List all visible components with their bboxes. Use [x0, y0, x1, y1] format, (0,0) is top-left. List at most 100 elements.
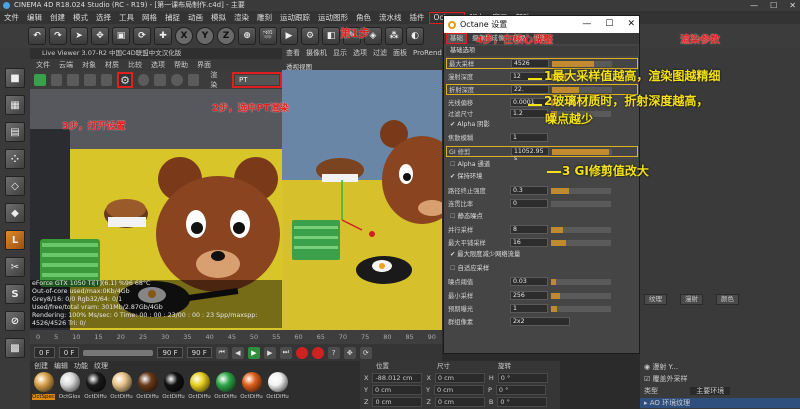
param-slider[interactable]	[552, 60, 612, 67]
prev-key-icon[interactable]: ◀	[231, 346, 244, 359]
alpha-shadows-checkbox[interactable]: Alpha 阴影	[450, 120, 490, 130]
menu-edit[interactable]: 编辑	[23, 11, 46, 24]
max-tile-samples-slider[interactable]	[551, 239, 611, 246]
minimize-net-traffic-checkbox[interactable]: 最大限度减少网络流量	[450, 250, 520, 260]
render-settings-icon[interactable]: ⚙	[301, 27, 319, 45]
material-swatch[interactable]: OctDiffu	[266, 372, 289, 408]
lv-menu-gui[interactable]: 界面	[197, 59, 211, 71]
param-value[interactable]: 11052.95 s	[511, 147, 549, 162]
lv-menu-compare[interactable]: 比较	[128, 59, 142, 71]
size-x-field[interactable]: 0 cm	[434, 373, 485, 383]
menu-sculpt[interactable]: 雕刻	[253, 11, 276, 24]
size-y-field[interactable]: 0 cm	[433, 385, 484, 395]
param-value[interactable]: 0.3	[510, 186, 548, 195]
position-y-field[interactable]: 0 cm	[371, 385, 422, 395]
position-key-icon[interactable]: ✥	[343, 346, 356, 359]
points-mode-icon[interactable]: ⁘	[5, 149, 25, 169]
material-swatch[interactable]: OctDiffu	[162, 372, 185, 408]
timeline[interactable]: 0 5 10 15 20 25 30 35 40 45 50 55 60 65 …	[30, 330, 442, 344]
noise-threshold-slider[interactable]	[551, 278, 611, 285]
menu-character[interactable]: 角色	[352, 11, 375, 24]
menu-pipeline[interactable]: 流水线	[375, 11, 406, 24]
material-swatch[interactable]: OctDiffu	[110, 372, 133, 408]
close-button[interactable]: ✕	[789, 0, 796, 11]
size-z-field[interactable]: 0 cm	[434, 397, 485, 407]
recent-icon[interactable]: ✚	[154, 27, 172, 45]
pause-icon[interactable]	[67, 74, 79, 86]
soft-selection-icon[interactable]: S	[5, 284, 25, 304]
menu-create[interactable]: 创建	[46, 11, 69, 24]
material-swatch[interactable]: OctGlos	[58, 372, 81, 408]
param-value[interactable]: 16	[510, 238, 548, 247]
autokey-icon[interactable]	[311, 346, 324, 359]
texture-mode-icon[interactable]: ▦	[5, 95, 25, 115]
vp-menu-view[interactable]: 查看	[286, 48, 300, 59]
coherent-ratio-slider[interactable]	[551, 200, 611, 207]
stop-icon[interactable]	[83, 74, 96, 86]
rp-override-row[interactable]: ☑ 覆盖外采样	[640, 374, 800, 384]
static-noise-checkbox[interactable]: 静态噪点	[450, 212, 483, 222]
send-scene-icon[interactable]	[34, 74, 46, 86]
param-value[interactable]: 8	[510, 225, 548, 234]
pick-material-icon[interactable]	[187, 74, 200, 86]
alpha-channel-checkbox[interactable]: Alpha 通道	[450, 160, 491, 170]
start-frame-field[interactable]: 0 F	[34, 347, 55, 358]
select-arrow-icon[interactable]: ➤	[70, 27, 88, 45]
rotation-h-field[interactable]: 0 °	[497, 373, 548, 383]
mm-menu-texture[interactable]: 纹理	[94, 361, 108, 372]
rotation-b-field[interactable]: 0 °	[497, 397, 548, 407]
deformer-icon[interactable]: ◐	[406, 27, 424, 45]
menu-simulate[interactable]: 模拟	[207, 11, 230, 24]
cloner-icon[interactable]: ⁂	[385, 27, 403, 45]
rotate-icon[interactable]: ⟳	[133, 27, 151, 45]
goto-end-icon[interactable]: ⏭	[279, 346, 292, 359]
mm-menu-create[interactable]: 创建	[34, 361, 48, 372]
settings-gear-icon[interactable]: ⚙	[117, 72, 133, 88]
menu-animate[interactable]: 动画	[184, 11, 207, 24]
clay-mode-icon[interactable]	[137, 74, 150, 86]
restart-icon[interactable]	[50, 74, 63, 86]
path-term-slider[interactable]	[551, 187, 611, 194]
mm-menu-edit[interactable]: 编辑	[54, 361, 68, 372]
rotation-key-icon[interactable]: ⟳	[359, 346, 372, 359]
maximize-button[interactable]: ☐	[770, 0, 777, 11]
lv-menu-options[interactable]: 选项	[151, 59, 165, 71]
menu-mograph[interactable]: 运动图形	[314, 11, 352, 24]
keyframe-selection-icon[interactable]: ?	[327, 346, 340, 359]
dialog-close-button[interactable]: ✕	[627, 16, 635, 33]
lv-menu-materials[interactable]: 材质	[105, 59, 119, 71]
adaptive-sampling-checkbox[interactable]: 自适应采样	[450, 264, 489, 274]
edges-mode-icon[interactable]: ◇	[5, 176, 25, 196]
gi-clamp-slider[interactable]	[552, 148, 612, 155]
vp-menu-prorender[interactable]: ProRender	[413, 48, 442, 59]
menu-tools[interactable]: 工具	[115, 11, 138, 24]
max-frame-field[interactable]: 90 F	[186, 347, 212, 358]
z-axis-toggle[interactable]: Z	[217, 27, 235, 45]
vp-menu-options[interactable]: 选项	[353, 48, 367, 59]
rp-type-select[interactable]: 主要环境	[690, 387, 731, 395]
y-axis-toggle[interactable]: Y	[196, 27, 214, 45]
dialog-minimize-button[interactable]: —	[582, 16, 591, 33]
param-value[interactable]: 0	[510, 199, 548, 208]
param-value[interactable]: 1.2	[510, 109, 548, 118]
keep-environment-checkbox[interactable]: 保持环境	[450, 172, 482, 182]
menu-plugins[interactable]: 插件	[406, 11, 429, 24]
material-swatch[interactable]: OctSpec	[32, 372, 55, 408]
end-frame-field[interactable]: 90 F	[157, 347, 183, 358]
position-x-field[interactable]: -88.012 cm	[372, 373, 423, 383]
material-swatch[interactable]: OctDiffu	[136, 372, 159, 408]
coord-system-icon[interactable]: ⊕	[238, 27, 256, 45]
param-value[interactable]: 1	[510, 133, 548, 142]
menu-file[interactable]: 文件	[0, 11, 23, 24]
frame-range-slider[interactable]	[83, 349, 154, 356]
undo-icon[interactable]: ↶	[28, 27, 46, 45]
menu-render[interactable]: 渲染	[230, 11, 253, 24]
x-axis-toggle[interactable]: X	[175, 27, 193, 45]
lv-menu-objects[interactable]: 对象	[82, 59, 96, 71]
move-icon[interactable]: ✥	[91, 27, 109, 45]
render-kernel-select[interactable]: PT	[231, 72, 282, 88]
dialog-maximize-button[interactable]: ☐	[605, 16, 613, 33]
material-swatch[interactable]: OctDiffu	[240, 372, 263, 408]
model-mode-icon[interactable]: ■	[5, 68, 25, 88]
polygons-mode-icon[interactable]: ◆	[5, 203, 25, 223]
